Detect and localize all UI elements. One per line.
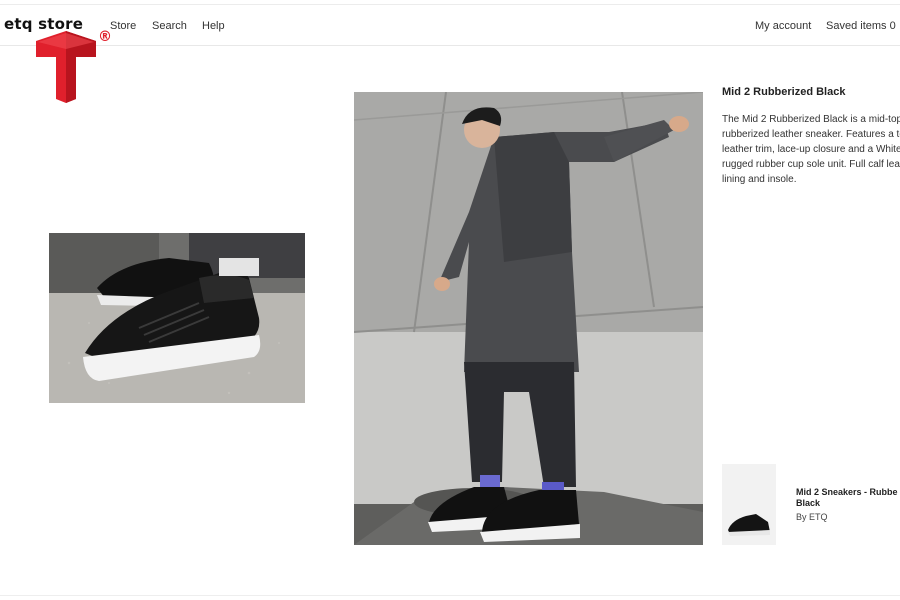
nav-help[interactable]: Help [202,20,225,32]
nav-search[interactable]: Search [152,20,187,32]
description-line: leather trim, lace-up closure and a Whit… [722,144,900,155]
sneaker-closeup-photo[interactable] [49,233,305,403]
site-header: etq store Store Search Help My account S… [0,5,900,46]
product-title: Mid 2 Rubberized Black [722,86,846,98]
related-name-line[interactable]: Mid 2 Sneakers - Rubbe [796,487,900,498]
registered-mark: ® [98,29,112,45]
related-name-line[interactable]: Black [796,498,900,509]
related-product-brand: By ETQ [796,512,828,522]
my-account-link[interactable]: My account [755,20,811,32]
description-line: rugged rubber cup sole unit. Full calf l… [722,159,900,170]
t-logo-icon [36,31,96,103]
sneaker-thumbnail[interactable] [722,464,776,545]
saved-items-link[interactable]: Saved items 0 [826,20,896,32]
watermark-logo: ® [36,29,116,104]
description-line: lining and insole. [722,174,797,185]
bottom-border [0,595,900,596]
related-product-name[interactable]: Mid 2 Sneakers - Rubbe Black [796,487,900,509]
product-description: The Mid 2 Rubberized Black is a mid-top … [722,112,900,192]
description-line: rubberized leather sneaker. Features a t… [722,129,900,140]
description-line: The Mid 2 Rubberized Black is a mid-top [722,114,900,125]
model-lookbook-photo[interactable] [354,92,703,545]
